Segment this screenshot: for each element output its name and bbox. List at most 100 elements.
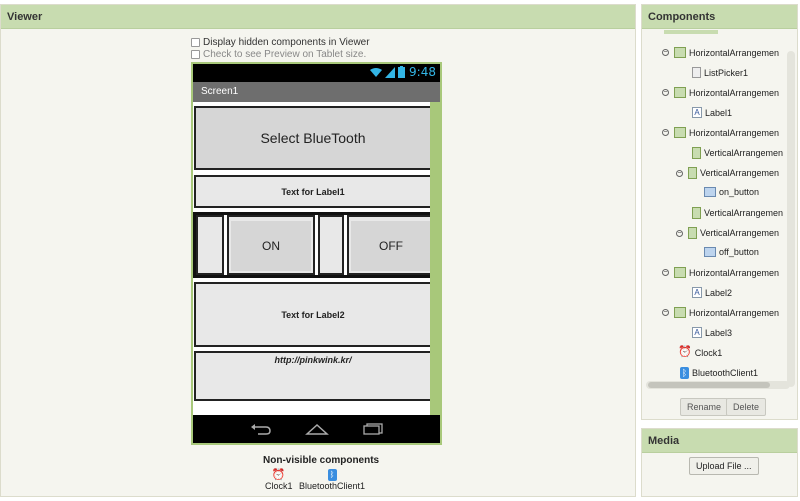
tree-item-label3[interactable]: A Label3 — [692, 327, 732, 338]
tree-item-label: on_button — [719, 187, 760, 197]
label2: Text for Label2 — [194, 282, 432, 347]
tree-item-label: Label3 — [705, 327, 733, 338]
select-bluetooth-button[interactable]: Select BlueTooth — [194, 106, 432, 170]
vertical-arrangement-on: ON — [227, 215, 315, 275]
media-title: Media — [642, 429, 797, 453]
components-panel: Components − HorizontalArrangemen ListPi… — [641, 4, 798, 420]
vertical-arrangement-off: OFF — [347, 215, 433, 275]
tree-item-label2[interactable]: A Label2 — [692, 287, 732, 298]
tree-item-vertical4[interactable]: − VerticalArrangemen — [676, 227, 779, 239]
clock-icon: ⏰ — [678, 346, 692, 358]
display-hidden-label: Display hidden components in Viewer — [203, 37, 370, 48]
upload-file-button[interactable]: Upload File ... — [689, 457, 759, 475]
tree-item-label1[interactable]: A Label1 — [692, 107, 732, 118]
off-button[interactable]: OFF — [351, 221, 431, 271]
tree-item-clock1[interactable]: ⏰ Clock1 — [678, 347, 722, 358]
collapse-toggle[interactable]: − — [662, 129, 669, 136]
status-bar: 9:48 — [193, 64, 440, 82]
screen-canvas: Select BlueTooth Text for Label1 ON OFF … — [193, 102, 440, 415]
tablet-preview-label: Check to see Preview on Tablet size. — [203, 49, 367, 60]
tree-item-label: HorizontalArrangemen — [689, 127, 780, 138]
tablet-preview-option[interactable]: Check to see Preview on Tablet size. — [191, 49, 366, 60]
nonvisible-clock[interactable]: ⏰ Clock1 — [265, 469, 293, 491]
tree-vertical-scrollbar[interactable] — [787, 51, 795, 387]
nonvisible-bluetooth-label: BluetoothClient1 — [299, 481, 366, 491]
tree-item-vertical3[interactable]: VerticalArrangemen — [692, 207, 783, 219]
tree-top-marker — [664, 30, 718, 34]
rename-button[interactable]: Rename — [680, 398, 729, 416]
display-hidden-option[interactable]: Display hidden components in Viewer — [191, 37, 370, 48]
button-icon — [704, 187, 716, 197]
nonvisible-clock-label: Clock1 — [265, 481, 293, 491]
collapse-toggle[interactable]: − — [662, 309, 669, 316]
tree-item-label: VerticalArrangemen — [704, 208, 784, 218]
status-time: 9:48 — [409, 65, 436, 79]
bluetooth-icon: ᛒ — [327, 469, 337, 481]
collapse-toggle[interactable]: − — [662, 89, 669, 96]
tree-item-label: VerticalArrangemen — [700, 168, 780, 178]
collapse-toggle[interactable]: − — [662, 49, 669, 56]
tree-item-horizontal3[interactable]: − HorizontalArrangemen — [662, 127, 779, 138]
tree-item-vertical2[interactable]: − VerticalArrangemen — [676, 167, 779, 179]
viewer-panel: Viewer Display hidden components in View… — [0, 4, 636, 497]
tree-item-label: HorizontalArrangemen — [689, 267, 780, 278]
vertical-arrangement-left — [196, 215, 224, 275]
tree-item-label: BluetoothClient1 — [692, 368, 759, 378]
tablet-preview-checkbox[interactable] — [191, 50, 200, 59]
tree-item-horizontal2[interactable]: − HorizontalArrangemen — [662, 87, 779, 98]
tree-item-label: Label1 — [705, 107, 733, 118]
vertical-arrangement-icon — [688, 227, 697, 239]
horizontal-arrangement-icon — [674, 307, 686, 318]
bluetooth-icon: ᛒ — [680, 367, 689, 379]
nonvisible-bluetooth[interactable]: ᛒ BluetoothClient1 — [299, 469, 365, 491]
tree-item-horizontal5[interactable]: − HorizontalArrangemen — [662, 307, 779, 318]
tree-item-on-button[interactable]: on_button — [704, 187, 759, 197]
recents-icon — [362, 423, 383, 435]
horizontal-arrangement-icon — [674, 127, 686, 138]
tree-item-label: HorizontalArrangemen — [689, 47, 780, 58]
collapse-toggle[interactable]: − — [676, 169, 683, 177]
screen-title: Screen1 — [193, 82, 440, 102]
screen-scrollbar[interactable] — [430, 102, 440, 415]
nonvisible-title: Non-visible components — [263, 455, 380, 466]
label-icon: A — [692, 287, 702, 298]
battery-icon — [398, 66, 406, 78]
component-tree: − HorizontalArrangemen ListPicker1 − Hor… — [642, 30, 797, 386]
tree-item-label: off_button — [719, 247, 759, 257]
components-title: Components — [642, 5, 797, 29]
tree-item-horizontal1[interactable]: − HorizontalArrangemen — [662, 47, 779, 58]
horizontal-arrangement-icon — [674, 267, 686, 278]
media-panel: Media Upload File ... — [641, 428, 798, 497]
tree-item-off-button[interactable]: off_button — [704, 247, 759, 257]
wifi-icon — [370, 67, 383, 77]
horizontal-arrangement-icon — [674, 47, 686, 58]
button-icon — [704, 247, 716, 257]
collapse-toggle[interactable]: − — [662, 269, 669, 276]
collapse-toggle[interactable]: − — [676, 229, 683, 237]
tree-item-label: Clock1 — [694, 347, 723, 358]
label-icon: A — [692, 327, 702, 338]
display-hidden-checkbox[interactable] — [191, 38, 200, 47]
horizontal-arrangement-icon — [674, 87, 686, 98]
tree-item-bluetoothclient1[interactable]: ᛒ BluetoothClient1 — [680, 367, 758, 379]
tree-item-label: VerticalArrangemen — [704, 148, 784, 158]
viewer-title: Viewer — [1, 5, 635, 29]
tree-item-horizontal4[interactable]: − HorizontalArrangemen — [662, 267, 779, 278]
tree-item-label: ListPicker1 — [704, 67, 749, 78]
tree-item-listpicker1[interactable]: ListPicker1 — [692, 67, 748, 78]
vertical-arrangement-middle — [318, 215, 344, 275]
nav-bar — [193, 415, 440, 443]
tree-item-vertical1[interactable]: VerticalArrangemen — [692, 147, 783, 159]
tree-horizontal-scrollbar[interactable] — [648, 382, 770, 388]
label1: Text for Label1 — [194, 175, 432, 208]
tree-item-label: VerticalArrangemen — [700, 228, 780, 238]
back-icon — [250, 424, 271, 435]
label3: http://pinkwink.kr/ — [194, 351, 432, 401]
listpicker-icon — [692, 67, 701, 78]
vertical-arrangement-icon — [692, 147, 701, 159]
phone-preview: 9:48 Screen1 Select BlueTooth Text for L… — [191, 62, 442, 445]
vertical-arrangement-icon — [688, 167, 697, 179]
tree-item-label: HorizontalArrangemen — [689, 87, 780, 98]
on-button[interactable]: ON — [231, 221, 311, 271]
delete-button[interactable]: Delete — [726, 398, 767, 416]
